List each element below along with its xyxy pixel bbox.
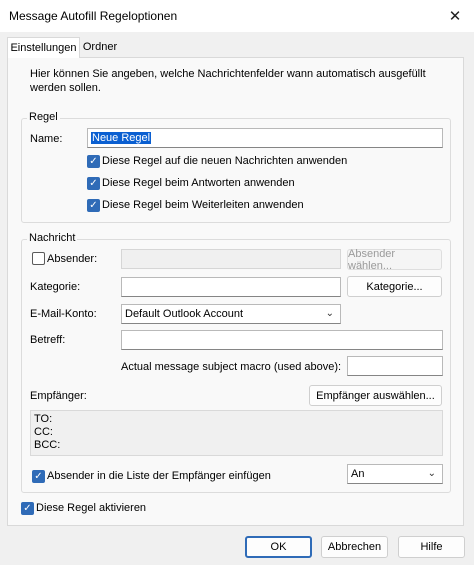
insert-position-value: An: [351, 468, 365, 480]
chevron-down-icon: ⌄: [427, 468, 436, 479]
insert-sender-label: Absender in die Liste der Empfänger einf…: [47, 470, 271, 482]
empfaenger-choose-button[interactable]: Empfänger auswählen...: [309, 385, 442, 406]
check-icon: ✓: [89, 178, 98, 189]
check-icon: ✓: [23, 503, 32, 514]
button-label: OK: [270, 541, 287, 553]
check-icon: ✓: [34, 471, 43, 482]
button-label: Hilfe: [420, 541, 443, 553]
empfaenger-label: Empfänger:: [30, 390, 87, 402]
konto-select[interactable]: Default Outlook Account ⌄: [121, 304, 341, 324]
macro-input[interactable]: [347, 356, 443, 376]
betreff-input[interactable]: [121, 330, 443, 350]
name-input[interactable]: Neue Regel: [87, 128, 443, 148]
regel-group-title: Regel: [27, 111, 60, 123]
bcc-line: BCC:: [34, 439, 61, 451]
close-icon: ✕: [448, 8, 462, 25]
konto-label: E-Mail-Konto:: [30, 308, 97, 320]
apply-new-label: Diese Regel auf die neuen Nachrichten an…: [102, 155, 348, 167]
button-label: Abbrechen: [327, 541, 382, 553]
macro-label: Actual message subject macro (used above…: [121, 361, 342, 373]
absender-choose-button[interactable]: Absender wählen...: [347, 247, 442, 272]
activate-rule-checkbox[interactable]: ✓: [21, 502, 34, 515]
apply-forward-label: Diese Regel beim Weiterleiten anwenden: [102, 199, 304, 211]
button-label: Kategorie...: [366, 280, 423, 293]
check-icon: ✓: [89, 200, 98, 211]
tab-einstellungen[interactable]: Einstellungen: [7, 37, 80, 58]
button-label: Absender wählen...: [348, 247, 396, 272]
apply-reply-checkbox[interactable]: ✓: [87, 177, 100, 190]
title-bar: Message Autofill Regeloptionen ✕: [0, 0, 474, 32]
activate-rule-label: Diese Regel aktivieren: [36, 502, 147, 514]
recipients-box[interactable]: TO: CC: BCC:: [30, 410, 443, 456]
insert-position-select[interactable]: An ⌄: [347, 464, 443, 484]
konto-value: Default Outlook Account: [125, 308, 244, 320]
nachricht-group-title: Nachricht: [27, 232, 78, 244]
absender-checkbox[interactable]: [32, 252, 45, 265]
name-label: Name:: [30, 133, 63, 145]
name-value: Neue Regel: [91, 132, 152, 144]
apply-reply-label: Diese Regel beim Antworten anwenden: [102, 177, 295, 189]
close-button[interactable]: ✕: [436, 0, 474, 32]
tab-label: Einstellungen: [10, 42, 77, 54]
cancel-button[interactable]: Abbrechen: [321, 536, 388, 558]
help-button[interactable]: Hilfe: [398, 536, 465, 558]
cc-line: CC:: [34, 426, 53, 438]
ok-button[interactable]: OK: [245, 536, 312, 558]
chevron-down-icon: ⌄: [325, 308, 334, 319]
description-text: Hier können Sie angeben, welche Nachrich…: [30, 68, 426, 94]
window-title: Message Autofill Regeloptionen: [9, 9, 178, 23]
absender-input[interactable]: [121, 249, 341, 269]
button-label: Empfänger auswählen...: [316, 389, 435, 402]
absender-label: Absender:: [47, 253, 98, 265]
betreff-label: Betreff:: [30, 334, 66, 346]
tab-ordner[interactable]: Ordner: [81, 37, 119, 57]
check-icon: ✓: [89, 156, 98, 167]
kategorie-label: Kategorie:: [30, 281, 81, 293]
insert-sender-checkbox[interactable]: ✓: [32, 470, 45, 483]
kategorie-input[interactable]: [121, 277, 341, 297]
apply-new-checkbox[interactable]: ✓: [87, 155, 100, 168]
to-line: TO:: [34, 413, 53, 425]
apply-forward-checkbox[interactable]: ✓: [87, 199, 100, 212]
kategorie-button[interactable]: Kategorie...: [347, 276, 442, 297]
tab-label: Ordner: [82, 41, 118, 53]
